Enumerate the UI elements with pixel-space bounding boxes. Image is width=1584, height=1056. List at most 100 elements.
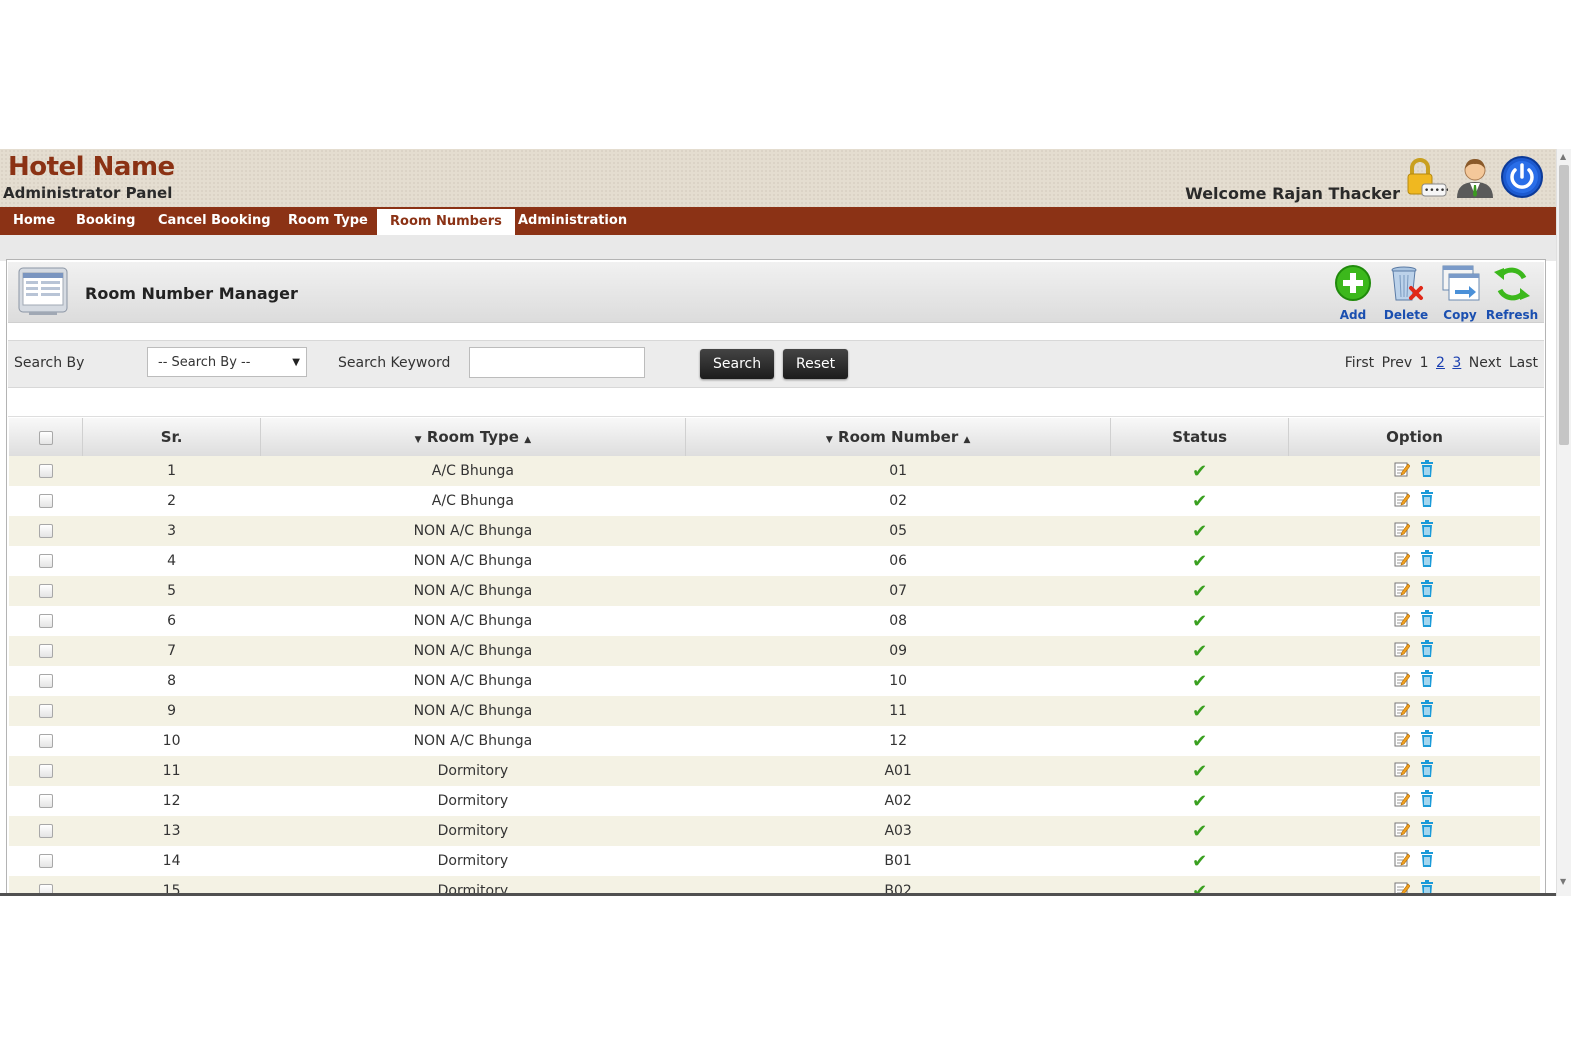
trash-icon[interactable] xyxy=(1420,460,1434,482)
active-check-icon[interactable]: ✔ xyxy=(1192,671,1207,692)
logout-power-icon[interactable] xyxy=(1500,155,1543,199)
active-check-icon[interactable]: ✔ xyxy=(1192,641,1207,662)
edit-icon[interactable] xyxy=(1394,551,1411,571)
edit-icon[interactable] xyxy=(1394,611,1411,631)
nav-cancel-booking[interactable]: Cancel Booking xyxy=(145,207,284,235)
add-button[interactable]: Add xyxy=(1325,264,1381,324)
active-check-icon[interactable]: ✔ xyxy=(1192,791,1207,812)
edit-icon[interactable] xyxy=(1394,851,1411,871)
trash-icon[interactable] xyxy=(1420,610,1434,632)
pager-last[interactable]: Last xyxy=(1509,355,1538,371)
row-checkbox[interactable] xyxy=(38,794,53,808)
edit-icon[interactable] xyxy=(1394,461,1411,481)
row-checkbox[interactable] xyxy=(38,584,53,598)
pager-next[interactable]: Next xyxy=(1469,355,1502,371)
active-check-icon[interactable]: ✔ xyxy=(1192,821,1207,842)
row-checkbox[interactable] xyxy=(38,644,53,658)
row-select-cell xyxy=(9,636,83,666)
pager-prev[interactable]: Prev xyxy=(1382,355,1413,371)
delete-button[interactable]: Delete xyxy=(1378,264,1434,324)
sort-asc-icon[interactable]: ▲ xyxy=(524,435,531,445)
edit-icon[interactable] xyxy=(1394,521,1411,541)
row-room-number: A02 xyxy=(685,786,1111,816)
scroll-down-arrow-icon[interactable]: ▼ xyxy=(1560,877,1566,886)
vertical-scrollbar[interactable]: ▲ ▼ xyxy=(1556,149,1571,896)
active-check-icon[interactable]: ✔ xyxy=(1192,851,1207,872)
row-checkbox[interactable] xyxy=(38,824,53,838)
scroll-thumb[interactable] xyxy=(1559,165,1569,445)
edit-icon[interactable] xyxy=(1394,791,1411,811)
nav-room-type[interactable]: Room Type xyxy=(275,207,381,235)
pager-page-3[interactable]: 3 xyxy=(1452,355,1461,371)
row-room-type: A/C Bhunga xyxy=(260,456,686,486)
sort-desc-icon[interactable]: ▼ xyxy=(415,435,422,445)
edit-icon[interactable] xyxy=(1394,761,1411,781)
trash-icon[interactable] xyxy=(1420,490,1434,512)
active-check-icon[interactable]: ✔ xyxy=(1192,551,1207,572)
edit-icon[interactable] xyxy=(1394,821,1411,841)
edit-icon[interactable] xyxy=(1394,671,1411,691)
row-checkbox[interactable] xyxy=(38,554,53,568)
trash-icon[interactable] xyxy=(1420,520,1434,542)
refresh-button[interactable]: Refresh xyxy=(1484,264,1540,324)
trash-icon[interactable] xyxy=(1420,670,1434,692)
row-room-number: 10 xyxy=(685,666,1111,696)
row-status: ✔ xyxy=(1110,846,1289,876)
row-checkbox[interactable] xyxy=(38,734,53,748)
trash-icon[interactable] xyxy=(1420,730,1434,752)
row-checkbox[interactable] xyxy=(38,464,53,478)
active-check-icon[interactable]: ✔ xyxy=(1192,491,1207,512)
row-checkbox[interactable] xyxy=(38,674,53,688)
row-checkbox[interactable] xyxy=(38,614,53,628)
sort-desc-icon[interactable]: ▼ xyxy=(826,435,833,445)
edit-icon[interactable] xyxy=(1394,641,1411,661)
row-checkbox[interactable] xyxy=(38,764,53,778)
trash-icon[interactable] xyxy=(1420,790,1434,812)
active-check-icon[interactable]: ✔ xyxy=(1192,581,1207,602)
trash-icon[interactable] xyxy=(1420,820,1434,842)
trash-icon[interactable] xyxy=(1420,550,1434,572)
select-all-checkbox[interactable] xyxy=(38,430,53,445)
sort-asc-icon[interactable]: ▲ xyxy=(963,435,970,445)
scroll-up-arrow-icon[interactable]: ▲ xyxy=(1560,152,1566,161)
row-status: ✔ xyxy=(1110,516,1289,546)
dropdown-arrow-icon: ▼ xyxy=(292,357,300,368)
row-checkbox[interactable] xyxy=(38,854,53,868)
active-check-icon[interactable]: ✔ xyxy=(1192,521,1207,542)
copy-button[interactable]: Copy xyxy=(1432,264,1488,324)
nav-booking[interactable]: Booking xyxy=(63,207,148,235)
header-room-type[interactable]: ▼ Room Type ▲ xyxy=(260,418,687,456)
trash-icon[interactable] xyxy=(1420,580,1434,602)
row-checkbox[interactable] xyxy=(38,494,53,508)
header-room-number[interactable]: ▼ Room Number ▲ xyxy=(685,418,1112,456)
trash-icon[interactable] xyxy=(1420,700,1434,722)
active-check-icon[interactable]: ✔ xyxy=(1192,761,1207,782)
search-by-select[interactable]: -- Search By -- ▼ xyxy=(147,347,307,377)
edit-icon[interactable] xyxy=(1394,731,1411,751)
trash-icon[interactable] xyxy=(1420,760,1434,782)
row-room-number: A03 xyxy=(685,816,1111,846)
search-keyword-input[interactable] xyxy=(469,347,645,378)
active-check-icon[interactable]: ✔ xyxy=(1192,731,1207,752)
pager-page-2[interactable]: 2 xyxy=(1436,355,1445,371)
active-check-icon[interactable]: ✔ xyxy=(1192,461,1207,482)
trash-icon[interactable] xyxy=(1420,850,1434,872)
row-checkbox[interactable] xyxy=(38,704,53,718)
nav-room-numbers[interactable]: Room Numbers xyxy=(377,209,515,235)
change-password-icon[interactable]: ••••• xyxy=(1402,155,1451,199)
row-sr: 8 xyxy=(82,666,261,696)
row-checkbox[interactable] xyxy=(38,524,53,538)
user-profile-icon[interactable] xyxy=(1454,155,1496,199)
header-option: Option xyxy=(1288,418,1540,456)
edit-icon[interactable] xyxy=(1394,491,1411,511)
edit-icon[interactable] xyxy=(1394,701,1411,721)
nav-home[interactable]: Home xyxy=(0,207,68,235)
nav-administration[interactable]: Administration xyxy=(505,207,640,235)
reset-button[interactable]: Reset xyxy=(783,349,849,379)
active-check-icon[interactable]: ✔ xyxy=(1192,701,1207,722)
trash-icon[interactable] xyxy=(1420,640,1434,662)
search-button[interactable]: Search xyxy=(700,349,775,379)
pager-first[interactable]: First xyxy=(1345,355,1374,371)
edit-icon[interactable] xyxy=(1394,581,1411,601)
active-check-icon[interactable]: ✔ xyxy=(1192,611,1207,632)
